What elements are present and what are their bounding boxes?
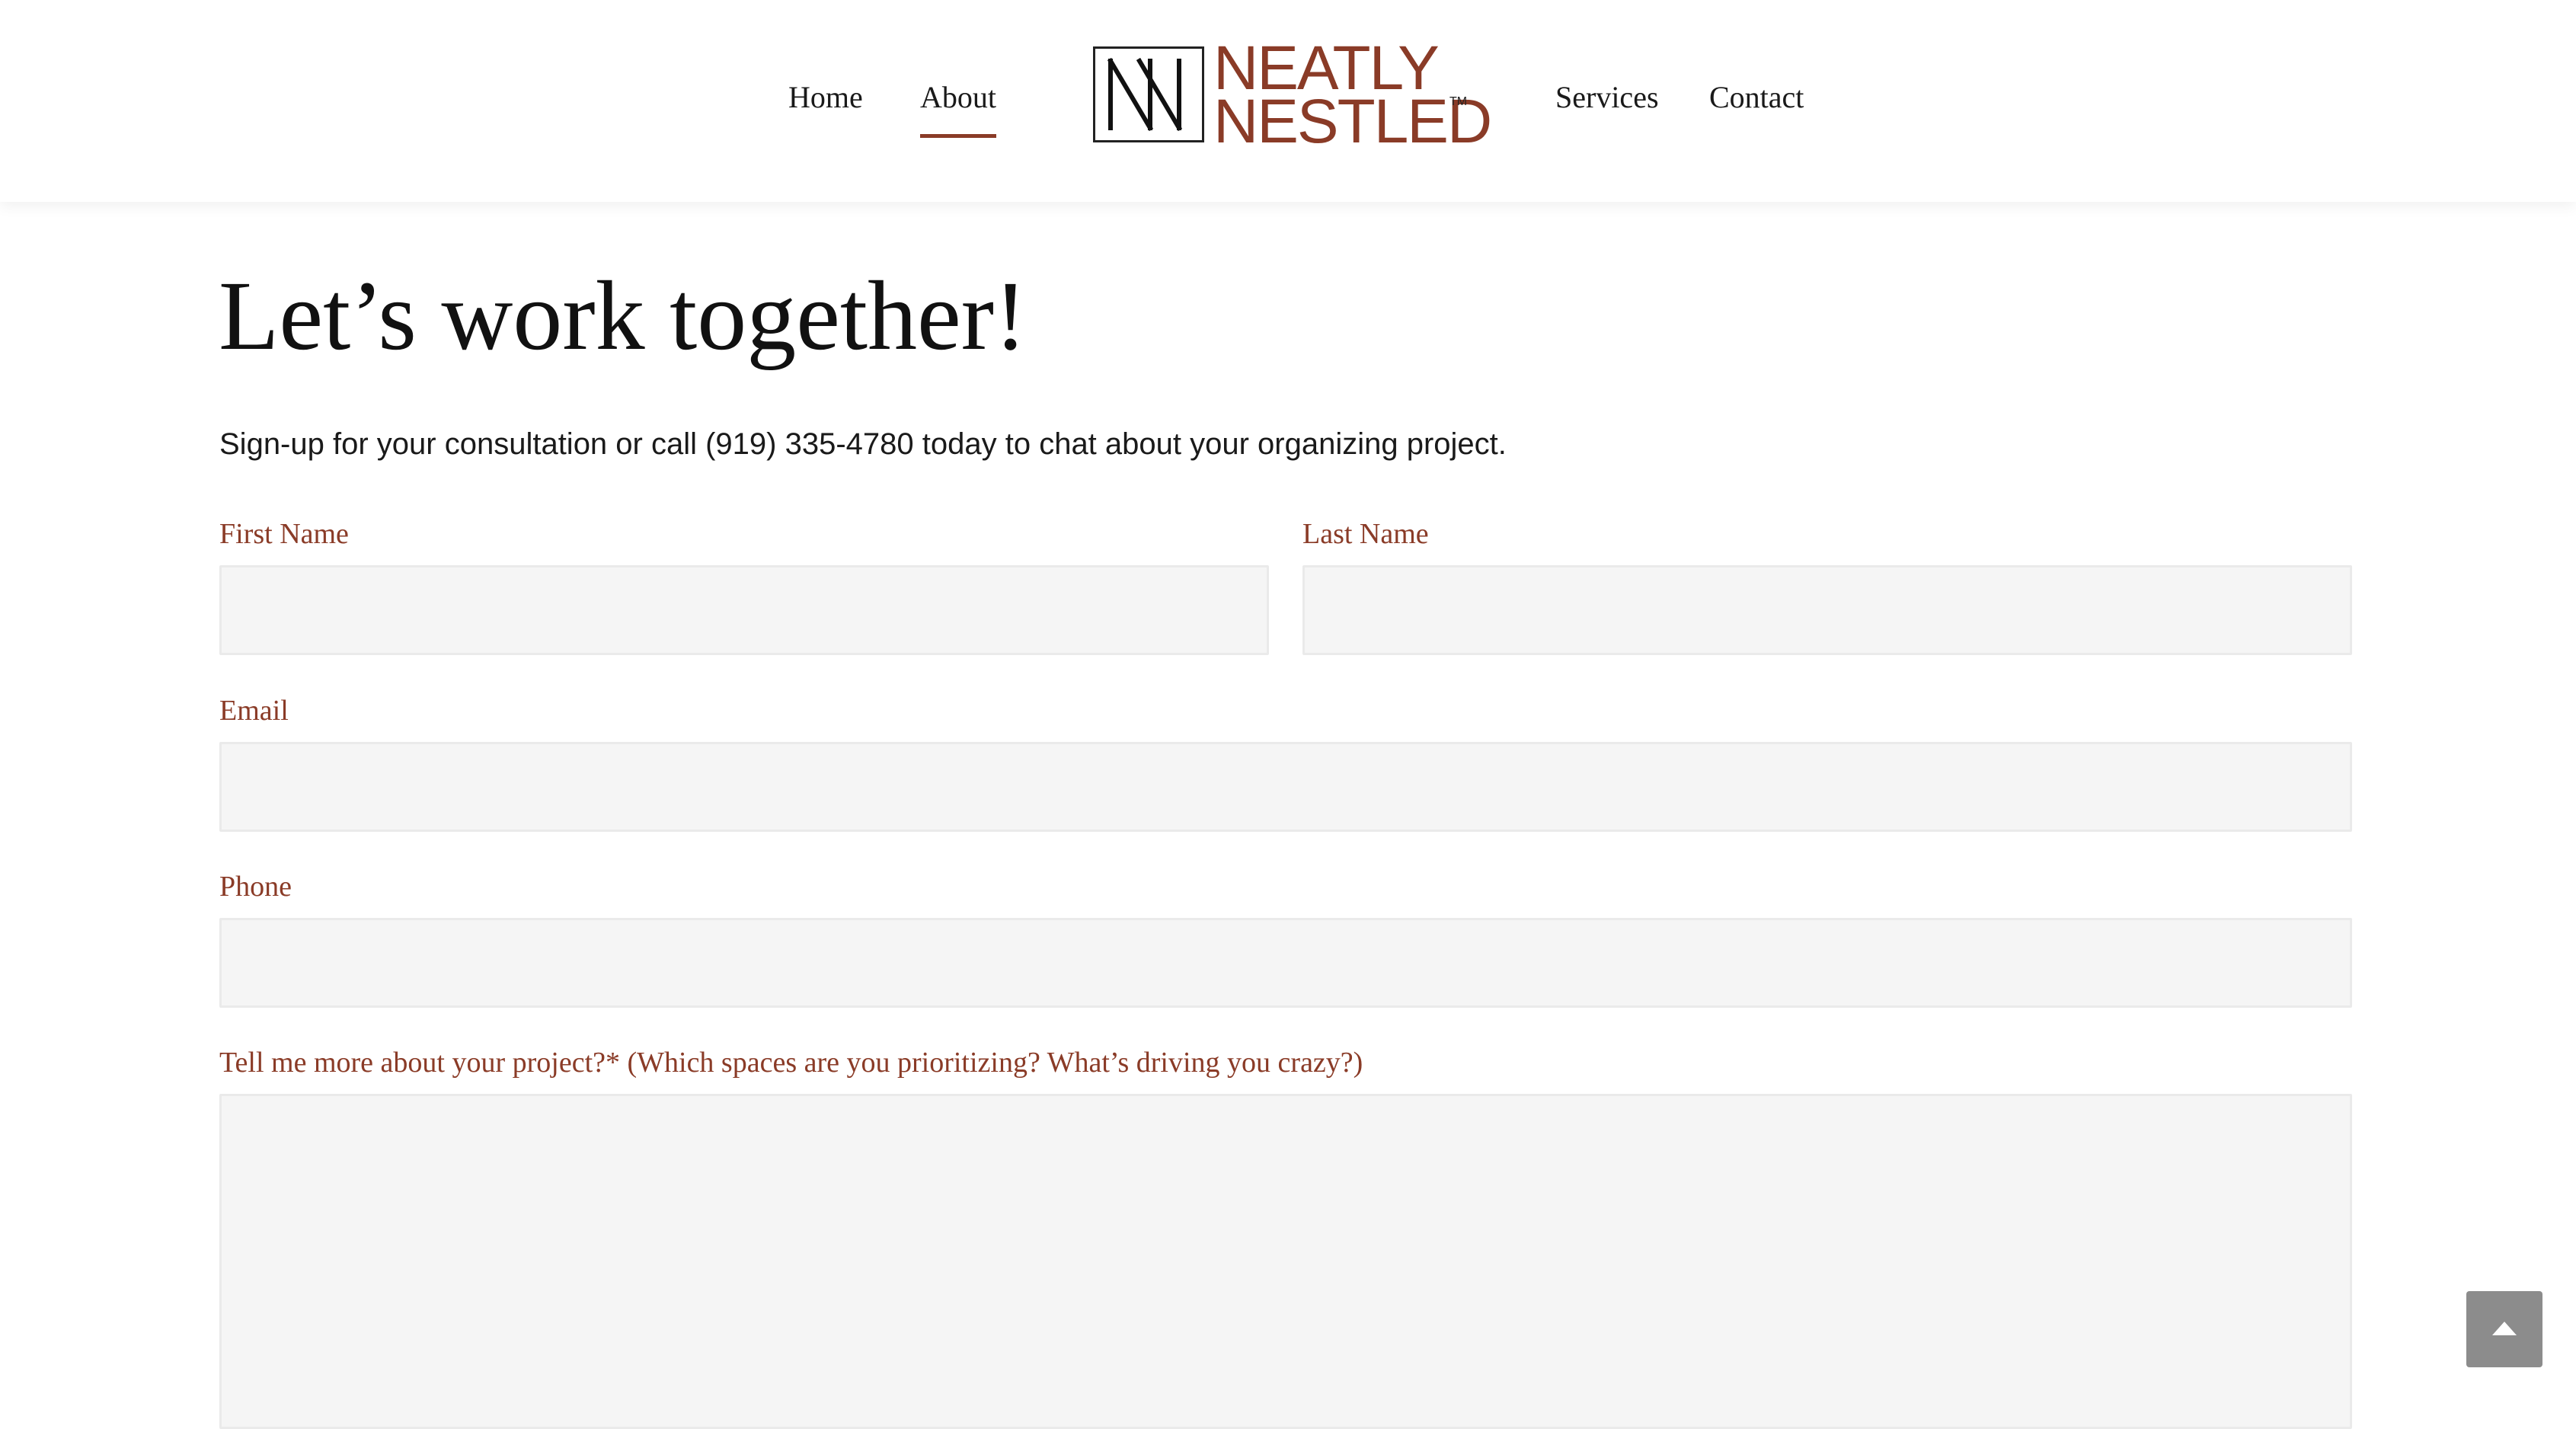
logo-monogram xyxy=(1093,46,1204,142)
nav-link-about[interactable]: About xyxy=(920,75,996,138)
email-input[interactable] xyxy=(219,742,2352,832)
first-name-label: First Name xyxy=(219,518,349,550)
page-title: Let’s work together! xyxy=(219,261,1028,371)
project-details-textarea[interactable] xyxy=(219,1094,2352,1429)
nav-link-services[interactable]: Services xyxy=(1555,75,1659,120)
nav-link-home[interactable]: Home xyxy=(788,75,863,120)
last-name-input[interactable] xyxy=(1302,565,2352,655)
active-nav-indicator xyxy=(920,134,996,138)
phone-label: Phone xyxy=(219,871,292,903)
chevron-up-icon xyxy=(2492,1322,2517,1335)
project-details-label: Tell me more about your project?* (Which… xyxy=(219,1047,1363,1079)
neatly-nestled-logo[interactable]: NEATLY NESTLED TM xyxy=(1093,37,1492,153)
nav-link-contact[interactable]: Contact xyxy=(1709,75,1804,120)
last-name-label: Last Name xyxy=(1302,518,1429,550)
first-name-input[interactable] xyxy=(219,565,1269,655)
nav-link-about-label: About xyxy=(920,80,996,114)
back-to-top-button[interactable] xyxy=(2466,1291,2542,1367)
phone-input[interactable] xyxy=(219,918,2352,1008)
nn-monogram-icon xyxy=(1107,57,1183,132)
logo-trademark: TM xyxy=(1449,95,1468,108)
email-label: Email xyxy=(219,695,289,727)
site-header: Home About NEATLY NESTLED TM Services Co… xyxy=(0,0,2576,202)
intro-text: Sign-up for your consultation or call (9… xyxy=(219,427,1507,461)
